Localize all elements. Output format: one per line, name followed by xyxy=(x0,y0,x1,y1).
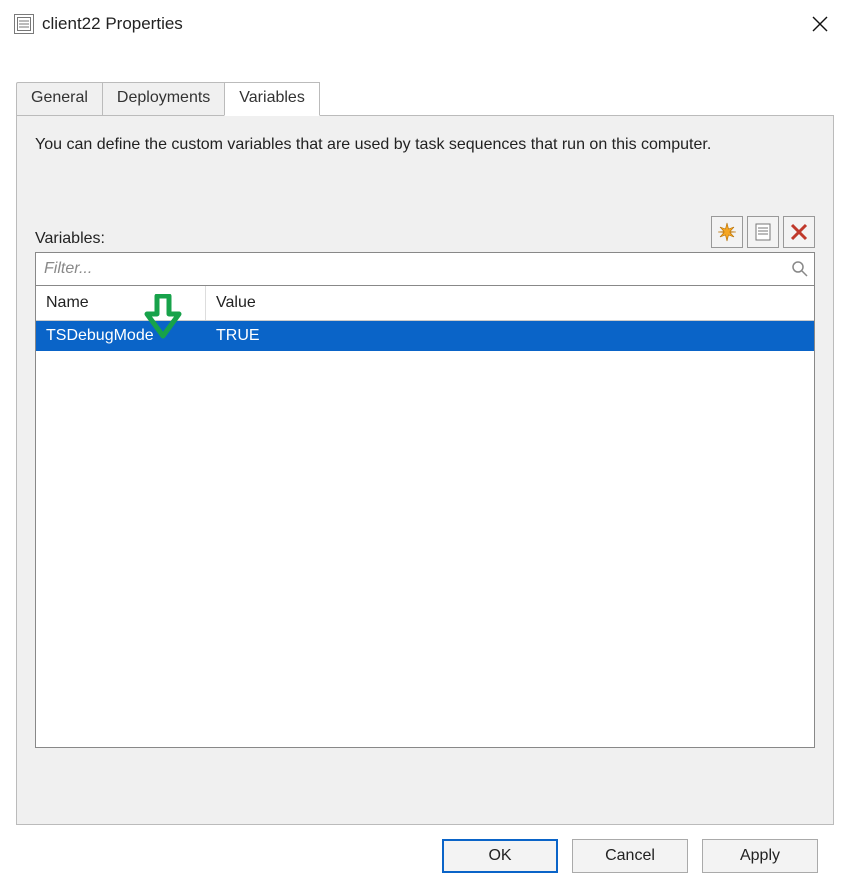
tab-strip: General Deployments Variables xyxy=(16,82,834,116)
tab-description: You can define the custom variables that… xyxy=(35,134,815,156)
cell-name: TSDebugMode xyxy=(36,321,206,351)
tab-panel-variables: You can define the custom variables that… xyxy=(16,115,834,825)
new-variable-button[interactable] xyxy=(711,216,743,248)
filter-input[interactable] xyxy=(36,256,786,282)
tab-general[interactable]: General xyxy=(16,82,103,116)
edit-variable-button[interactable] xyxy=(747,216,779,248)
apply-button[interactable]: Apply xyxy=(702,839,818,873)
search-icon[interactable] xyxy=(786,260,814,278)
tab-deployments[interactable]: Deployments xyxy=(102,82,225,116)
properties-page-icon xyxy=(753,222,773,242)
list-header: Name Value xyxy=(36,286,814,321)
cancel-button[interactable]: Cancel xyxy=(572,839,688,873)
title-bar: client22 Properties xyxy=(0,0,850,46)
close-icon xyxy=(812,16,828,32)
ok-button[interactable]: OK xyxy=(442,839,558,873)
window-title: client22 Properties xyxy=(42,14,183,34)
column-header-value[interactable]: Value xyxy=(206,286,516,320)
variables-toolbar xyxy=(711,216,815,248)
variables-label: Variables: xyxy=(35,230,105,248)
delete-variable-button[interactable] xyxy=(783,216,815,248)
starburst-icon xyxy=(717,222,737,242)
variables-list[interactable]: Name Value TSDebugMode TRUE xyxy=(35,286,815,748)
column-header-name[interactable]: Name xyxy=(36,286,206,320)
window-icon xyxy=(14,14,34,34)
filter-box xyxy=(35,252,815,286)
close-button[interactable] xyxy=(804,8,836,40)
cell-value: TRUE xyxy=(206,321,516,351)
dialog-button-row: OK Cancel Apply xyxy=(16,825,834,873)
delete-x-icon xyxy=(789,222,809,242)
list-item[interactable]: TSDebugMode TRUE xyxy=(36,321,814,351)
tab-variables[interactable]: Variables xyxy=(224,82,320,116)
